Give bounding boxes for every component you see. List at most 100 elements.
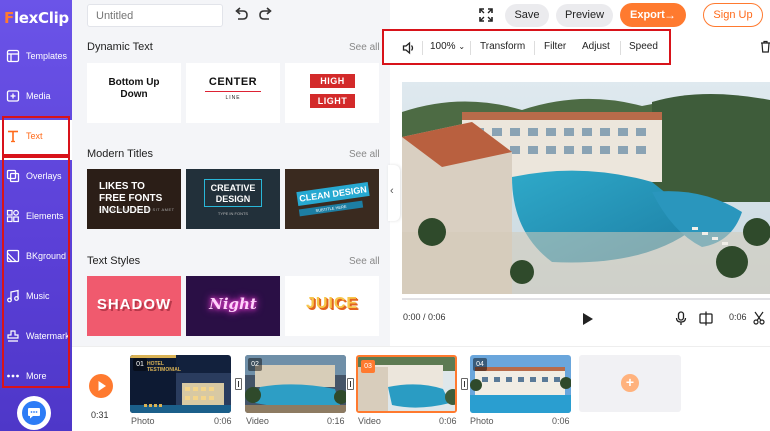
export-button[interactable]: Export → [620,3,686,27]
toolbar-separator [470,41,471,55]
adjust-button[interactable]: Adjust [582,41,610,52]
highlight-sidebar-menu [2,156,70,388]
fullscreen-icon[interactable] [478,7,494,23]
clip-type-label: Video [358,416,381,426]
player-controls: 0:00 / 0:06 0:06 [402,294,770,346]
clip-duration-label: 0:06 [552,416,570,426]
card-label: HIGH [310,74,355,88]
scissors-icon[interactable] [753,311,765,325]
playback-progress-track[interactable] [402,298,770,300]
clip-type-label: Photo [470,416,494,426]
plus-icon: + [621,374,639,392]
toolbar-separator [620,41,621,55]
redo-icon[interactable] [257,6,275,24]
arrow-right-icon: → [664,8,676,22]
chevron-left-icon: ‹ [390,185,394,197]
card-label: CENTER [208,76,258,88]
transition-button[interactable] [235,378,242,390]
chat-button[interactable] [17,396,51,430]
toolbar-separator [422,41,423,55]
timeline-clip-02[interactable]: 02 [245,355,346,413]
text-style-card-juice[interactable]: JUICE [285,276,379,336]
dynamic-text-card-bottom-up-down[interactable]: Bottom Up Down [87,63,181,123]
sign-up-button[interactable]: Sign Up [703,3,763,27]
highlight-text-tab [2,116,70,156]
project-title-input[interactable] [87,4,223,27]
undo-icon[interactable] [232,6,250,24]
zoom-value: 100% [430,41,456,52]
preview-frame-image [402,82,770,294]
clip-number: 04 [473,358,487,371]
dynamic-text-card-center-line[interactable]: CENTER LINE [186,63,280,123]
chevron-down-icon: ⌄ [458,42,466,51]
sidebar-item-templates[interactable]: Templates [0,40,72,80]
card-sublabel: LOREM IPSUM DOLOR SIT AMET [99,207,175,212]
sidebar-item-media[interactable]: Media [0,80,72,120]
logo-text: lexClip [13,9,69,27]
sidebar-item-label: Media [26,91,51,101]
preview-button[interactable]: Preview [556,4,613,27]
chat-icon [22,401,46,425]
trash-icon[interactable] [760,40,770,53]
timeline-play-button[interactable] [89,374,113,398]
card-label: CREATIVE DESIGN [210,183,256,204]
split-icon[interactable] [699,311,713,326]
sidebar-item-label: Templates [26,51,68,61]
play-icon[interactable] [582,312,594,326]
volume-icon[interactable] [402,41,416,55]
clip-number: 03 [361,360,375,373]
transition-button[interactable] [461,378,468,390]
card-label: LIGHT [310,94,355,108]
transition-button[interactable] [347,378,354,390]
zoom-dropdown[interactable]: 100% ⌄ [430,41,465,52]
card-decoration-line [205,91,261,92]
modern-title-card-clean-design[interactable]: CLEAN DESIGN SUBTITLE HERE [285,169,379,229]
add-clip-button[interactable]: + [579,355,681,412]
section-title-text-styles: Text Styles [87,255,141,267]
modern-title-card-free-fonts[interactable]: LIKES TO FREE FONTS INCLUDED LOREM IPSUM… [87,169,181,229]
save-button[interactable]: Save [505,4,549,27]
media-icon [6,90,20,102]
timeline-total-duration: 0:31 [91,410,109,420]
section-title-modern-titles: Modern Titles [87,148,154,160]
card-label: Night [209,295,257,313]
timeline-clip-04[interactable]: 04 [470,355,571,413]
clip-number: 01 [133,358,147,371]
card-label: Bottom Up Down [108,77,160,100]
timeline-clip-03[interactable]: 03 [356,355,457,413]
templates-icon [6,49,20,63]
modern-title-card-creative-design[interactable]: CREATIVE DESIGN TYPE IN FONTS [186,169,280,229]
card-label: SHADOW [96,296,172,313]
card-frame: CREATIVE DESIGN [204,179,262,207]
toolbar-separator [534,41,535,55]
card-sublabel: TYPE IN FONTS [217,211,249,216]
card-sublabel: LINE [225,95,241,101]
clip-thumbnail-text: HOTEL TESTIMONIAL [147,361,181,373]
card-label: JUICE [305,295,359,312]
clip-type-label: Video [246,416,269,426]
clip-type-label: Photo [131,416,155,426]
text-style-card-shadow[interactable]: SHADOW [87,276,181,336]
see-all-modern-titles-link[interactable]: See all [349,149,380,160]
section-title-dynamic-text: Dynamic Text [87,41,153,53]
play-icon [98,381,106,391]
transform-button[interactable]: Transform [480,41,525,52]
playback-time: 0:00 / 0:06 [403,312,446,322]
timeline-clip-01[interactable]: HOTEL TESTIMONIAL 01 [130,355,231,413]
dynamic-text-card-highlight[interactable]: HIGH LIGHT [285,63,379,123]
text-style-card-night[interactable]: Night [186,276,280,336]
see-all-text-styles-link[interactable]: See all [349,256,380,267]
speed-button[interactable]: Speed [629,41,658,52]
microphone-icon[interactable] [675,311,687,326]
logo-mark: F [4,9,14,27]
collapse-panel-button[interactable]: ‹ [388,165,400,221]
clip-toolbar: 100% ⌄ Transform Filter Adjust Speed [382,29,671,65]
filter-button[interactable]: Filter [544,41,566,52]
export-label: Export [630,9,665,21]
see-all-dynamic-text-link[interactable]: See all [349,42,380,53]
clip-duration: 0:06 [729,312,747,322]
flexclip-logo[interactable]: FlexClip [4,7,69,29]
clip-number: 02 [248,358,262,371]
clip-duration-label: 0:16 [327,416,345,426]
video-preview[interactable] [402,82,770,294]
